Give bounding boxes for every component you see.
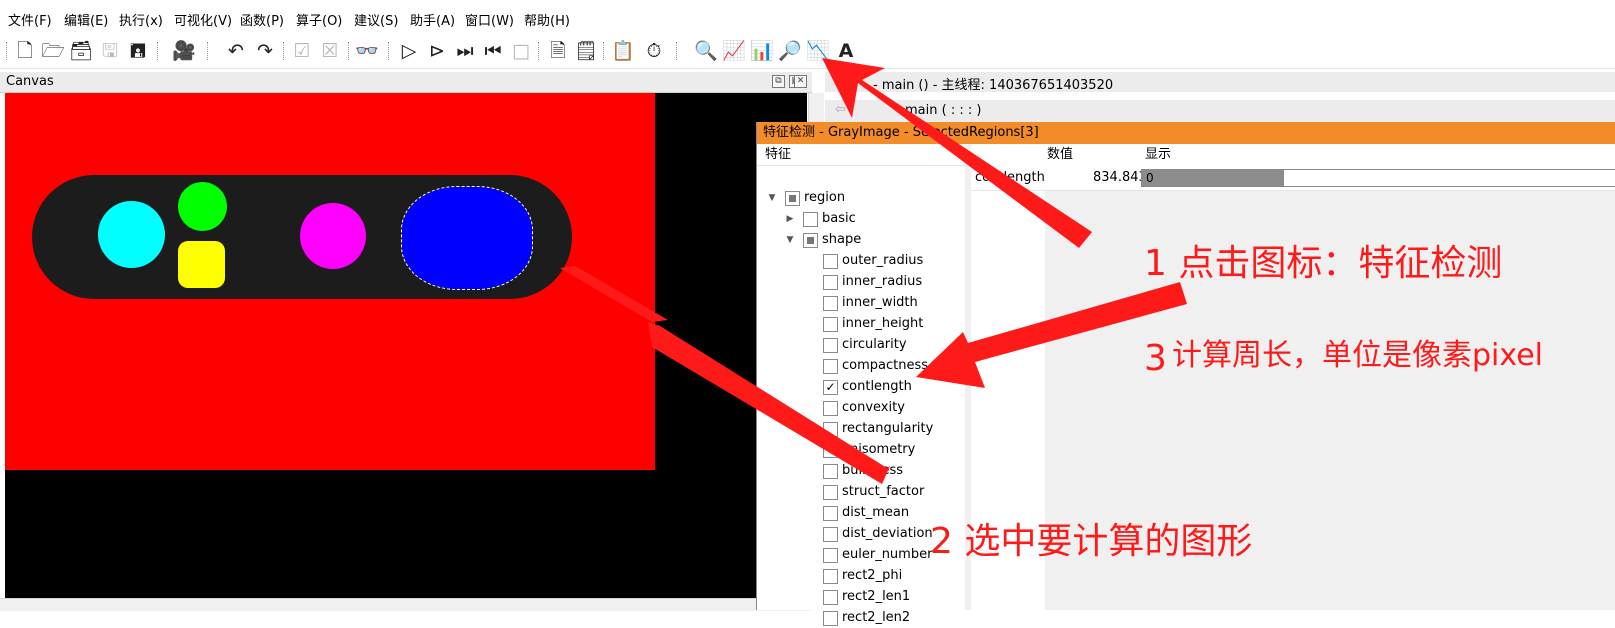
annotation-step1: 1 点击图标：特征检测 (1144, 243, 1503, 284)
annotation-step2: 2 选中要计算的图形 (930, 521, 1253, 562)
tree-item-rect2-len2[interactable]: rect2_len2 (757, 608, 965, 628)
tree-item-label: rect2_len2 (842, 610, 911, 625)
feature-checkbox[interactable] (823, 611, 838, 626)
annotation-arrow-group (560, 58, 1187, 484)
annotation-arrows (560, 58, 1187, 484)
annotation-step3-text: 计算周长，单位是像素pixel (1172, 338, 1544, 373)
arrow-to-blue-region-head (560, 266, 668, 322)
arrow-to-feature-icon (822, 58, 1092, 248)
annotation-step3-number: 3 (1144, 338, 1167, 379)
arrow-to-blue-region (648, 322, 890, 484)
